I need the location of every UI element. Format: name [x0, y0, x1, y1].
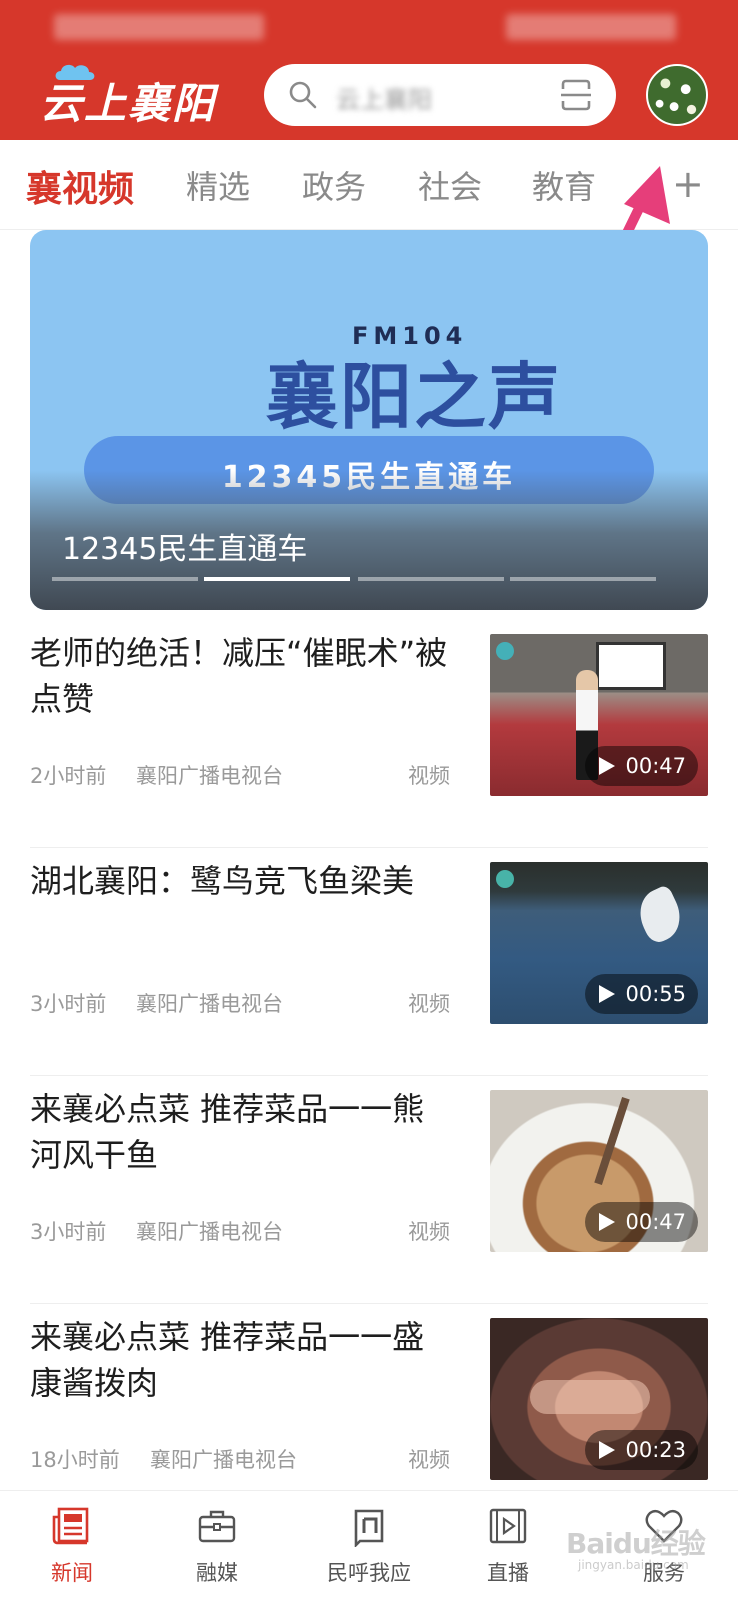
news-time: 18小时前: [30, 1448, 120, 1472]
banner-caption: 12345民生直通车: [62, 532, 308, 567]
banner-page-dot-active: [204, 577, 350, 581]
search-placeholder: 云上襄阳: [336, 86, 432, 114]
news-thumbnail-classroom[interactable]: 00:47: [490, 634, 708, 796]
channel-logo-icon: [496, 870, 514, 888]
news-title: 来襄必点菜 推荐菜品一一熊河风干鱼: [30, 1090, 425, 1174]
news-time: 3小时前: [30, 992, 107, 1016]
tab-featured[interactable]: 精选: [186, 162, 250, 208]
news-source: 襄阳广播电视台: [136, 992, 283, 1016]
hotline-icon: [354, 1509, 384, 1547]
category-tabs: 襄视频 精选 政务 社会 教育 +: [0, 140, 738, 230]
news-item[interactable]: 湖北襄阳：鹭鸟竞飞鱼梁美 3小时前 襄阳广播电视台 视频 00:55: [30, 848, 708, 1076]
video-duration-badge: 00:47: [585, 746, 698, 786]
video-duration: 00:47: [625, 1210, 686, 1234]
news-type: 视频: [408, 992, 450, 1016]
thumbnail-screen: [596, 642, 666, 690]
nav-label: 融媒: [196, 1561, 238, 1585]
video-duration-badge: 00:47: [585, 1202, 698, 1242]
thumbnail-chopsticks: [594, 1096, 630, 1186]
news-thumbnail-dried-fish[interactable]: 00:47: [490, 1090, 708, 1252]
play-icon: [599, 1213, 616, 1231]
news-title: 来襄必点菜 推荐菜品一一盛康酱拨肉: [30, 1318, 425, 1402]
news-title: 湖北襄阳：鹭鸟竞飞鱼梁美: [30, 862, 415, 900]
search-input[interactable]: 云上襄阳: [264, 64, 616, 126]
status-bar-right-blurred: [506, 14, 676, 40]
news-time: 2小时前: [30, 764, 107, 788]
tab-society[interactable]: 社会: [418, 162, 482, 208]
channel-logo-icon: [496, 642, 514, 660]
news-source: 襄阳广播电视台: [150, 1448, 297, 1472]
nav-label: 直播: [487, 1561, 529, 1585]
banner-page-dot: [52, 577, 198, 581]
news-source: 襄阳广播电视台: [136, 1220, 283, 1244]
news-title: 老师的绝活！减压“催眠术”被点赞: [30, 634, 448, 718]
briefcase-icon: [198, 1510, 236, 1543]
news-type: 视频: [408, 764, 450, 788]
news-time: 3小时前: [30, 1220, 107, 1244]
baidu-watermark-url: jingyan.baidu.com: [578, 1558, 689, 1572]
scan-icon[interactable]: [560, 78, 592, 112]
video-duration: 00:55: [625, 982, 686, 1006]
play-icon: [599, 985, 616, 1003]
thumbnail-meat: [530, 1380, 650, 1414]
news-item[interactable]: 来襄必点菜 推荐菜品一一熊河风干鱼 3小时前 襄阳广播电视台 视频 00:47: [30, 1076, 708, 1304]
search-icon: [289, 81, 317, 109]
user-avatar[interactable]: [646, 64, 708, 126]
video-duration: 00:23: [625, 1438, 686, 1462]
banner-carousel[interactable]: FM104 襄阳之声 12345民生直通车 12345民生直通车: [30, 230, 708, 610]
app-logo: 云上襄阳: [40, 64, 216, 128]
live-film-icon: [489, 1508, 527, 1544]
video-duration-badge: 00:55: [585, 974, 698, 1014]
play-icon: [599, 757, 616, 775]
news-icon: [52, 1507, 89, 1545]
news-item[interactable]: 老师的绝活！减压“催眠术”被点赞 2小时前 襄阳广播电视台 视频 00:47: [30, 620, 708, 848]
thumbnail-egret: [631, 883, 689, 947]
tab-government[interactable]: 政务: [302, 162, 366, 208]
news-type: 视频: [408, 1448, 450, 1472]
news-source: 襄阳广播电视台: [136, 764, 283, 788]
banner-page-indicator: [52, 577, 692, 581]
tab-xiang-video[interactable]: 襄视频: [26, 160, 134, 212]
status-bar-left-blurred: [54, 14, 264, 40]
news-thumbnail-braised-pork[interactable]: 00:23: [490, 1318, 708, 1480]
nav-label: 新闻: [51, 1561, 93, 1585]
add-tab-button[interactable]: +: [672, 162, 704, 206]
nav-item-news[interactable]: 新闻: [12, 1505, 132, 1587]
nav-item-hotline[interactable]: 民呼我应: [309, 1505, 429, 1587]
video-duration: 00:47: [625, 754, 686, 778]
banner-page-dot: [358, 577, 504, 581]
nav-label: 民呼我应: [327, 1561, 411, 1585]
status-bar: [0, 10, 738, 46]
tab-education[interactable]: 教育: [532, 162, 596, 208]
banner-page-dot: [510, 577, 656, 581]
app-header: 云上襄阳 云上襄阳: [0, 0, 738, 140]
cloud-logo-icon: [55, 64, 95, 80]
video-duration-badge: 00:23: [585, 1430, 698, 1470]
news-thumbnail-lake-egret[interactable]: 00:55: [490, 862, 708, 1024]
baidu-watermark: Baidu经验: [566, 1527, 706, 1560]
play-icon: [599, 1441, 616, 1459]
news-type: 视频: [408, 1220, 450, 1244]
banner-title: 襄阳之声: [266, 355, 563, 439]
nav-item-media[interactable]: 融媒: [157, 1505, 277, 1587]
nav-item-live[interactable]: 直播: [448, 1505, 568, 1587]
